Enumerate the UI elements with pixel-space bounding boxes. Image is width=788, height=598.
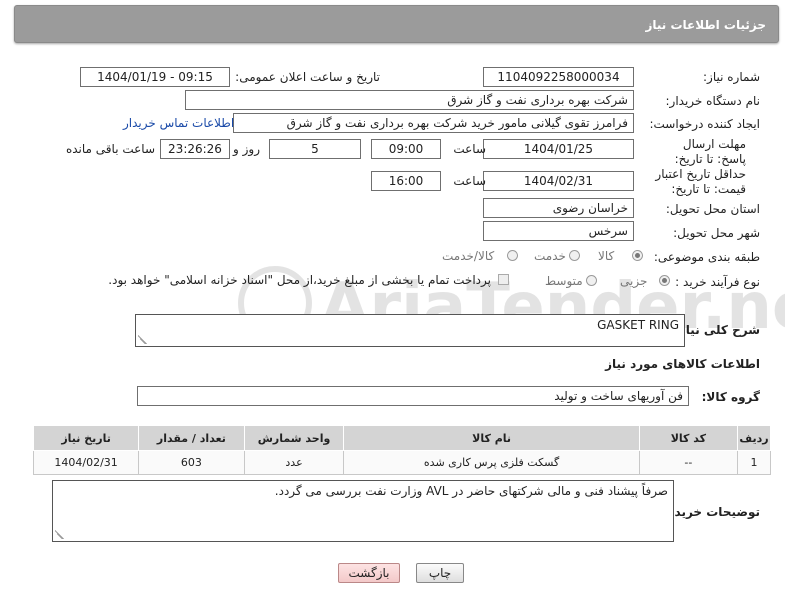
- cell-qty: 603: [138, 450, 245, 475]
- items-table-header: ردیف کد کالا نام کالا واحد شمارش تعداد /…: [32, 425, 771, 451]
- need-number-field: 1104092258000034: [483, 67, 634, 87]
- col-header-name: نام کالا: [343, 425, 640, 451]
- delivery-province-field: خراسان رضوی: [483, 198, 634, 218]
- cell-name: گسکت فلزی پرس کاری شده: [343, 450, 640, 475]
- category-option-goods: کالا: [598, 249, 615, 263]
- price-validity-time-label: ساعت: [453, 174, 486, 188]
- announce-datetime-label: تاریخ و ساعت اعلان عمومی:: [235, 70, 380, 84]
- category-option-service: خدمت: [534, 249, 566, 263]
- buyer-contact-link[interactable]: اطلاعات تماس خریدار: [123, 116, 234, 130]
- resize-grip-icon[interactable]: [55, 530, 64, 539]
- process-option-medium: متوسط: [545, 274, 583, 288]
- process-radio-minor[interactable]: [659, 275, 670, 286]
- items-section-title: اطلاعات کالاهای مورد نیاز: [605, 357, 760, 371]
- category-label: طبقه بندی موضوعی:: [653, 250, 760, 264]
- page-title: جزئیات اطلاعات نیاز: [645, 18, 766, 32]
- price-validity-date: 1404/02/31: [483, 171, 634, 191]
- category-radio-goods[interactable]: [632, 250, 643, 261]
- category-radio-goods-service[interactable]: [507, 250, 518, 261]
- delivery-city-field: سرخس: [483, 221, 634, 241]
- delivery-province-label: استان محل تحویل:: [665, 202, 760, 216]
- buyer-notes-text: صرفاً پیشناد فنی و مالی شرکتهای حاضر در …: [274, 484, 668, 498]
- treasury-payment-checkbox[interactable]: [498, 274, 509, 285]
- requester-field: فرامرز تقوی گیلانی مامور خرید شرکت بهره …: [233, 113, 634, 133]
- reply-deadline-time-label: ساعت: [453, 142, 486, 156]
- col-header-index: ردیف: [737, 425, 771, 451]
- buyer-org-field: شرکت بهره برداری نفت و گاز شرق: [185, 90, 634, 110]
- table-row: 1 -- گسکت فلزی پرس کاری شده عدد 603 1404…: [32, 450, 771, 475]
- treasury-payment-note: پرداخت تمام یا بخشی از مبلغ خرید،از محل …: [108, 273, 491, 287]
- col-header-qty: تعداد / مقدار: [138, 425, 245, 451]
- remaining-time: 23:26:26: [160, 139, 230, 159]
- reply-deadline-time: 09:00: [371, 139, 441, 159]
- reply-deadline-label: مهلت ارسال پاسخ: تا تاریخ:: [674, 137, 746, 166]
- col-header-date: تاریخ نیاز: [32, 425, 140, 451]
- cell-code: --: [638, 450, 739, 475]
- goods-group-field: فن آوریهای ساخت و تولید: [137, 386, 689, 406]
- cell-date: 1404/02/31: [32, 450, 140, 475]
- goods-group-label: گروه کالا:: [701, 390, 760, 404]
- remaining-time-label: ساعت باقی مانده: [65, 142, 155, 156]
- days-label: روز و: [233, 142, 260, 156]
- process-radio-medium[interactable]: [586, 275, 597, 286]
- buyer-notes-field: صرفاً پیشناد فنی و مالی شرکتهای حاضر در …: [52, 480, 674, 542]
- col-header-code: کد کالا: [638, 425, 739, 451]
- cell-unit: عدد: [243, 450, 345, 475]
- col-header-unit: واحد شمارش: [243, 425, 345, 451]
- description-field: GASKET RING: [135, 314, 685, 347]
- requester-label: ایجاد کننده درخواست:: [649, 117, 760, 131]
- resize-grip-icon[interactable]: [138, 335, 147, 344]
- reply-deadline-date: 1404/01/25: [483, 139, 634, 159]
- cell-index: 1: [737, 450, 771, 475]
- back-button[interactable]: بازگشت: [338, 563, 400, 583]
- announce-datetime-field: 1404/01/19 - 09:15: [80, 67, 230, 87]
- reply-deadline-days: 5: [269, 139, 361, 159]
- price-validity-time: 16:00: [371, 171, 441, 191]
- category-radio-service[interactable]: [569, 250, 580, 261]
- print-button[interactable]: چاپ: [416, 563, 464, 583]
- process-type-label: نوع فرآیند خرید :: [675, 275, 760, 289]
- page-header: جزئیات اطلاعات نیاز: [14, 5, 779, 43]
- buyer-org-label: نام دستگاه خریدار:: [665, 94, 761, 108]
- process-option-minor: جزیی: [620, 274, 648, 288]
- delivery-city-label: شهر محل تحویل:: [673, 226, 760, 240]
- need-number-label: شماره نیاز:: [703, 70, 760, 84]
- category-option-goods-service: کالا/خدمت: [442, 249, 495, 263]
- items-table: ردیف کد کالا نام کالا واحد شمارش تعداد /…: [32, 425, 771, 475]
- price-validity-label: حداقل تاریخ اعتبار قیمت: تا تاریخ:: [655, 167, 746, 196]
- description-text: GASKET RING: [597, 318, 679, 332]
- description-label: شرح کلی نیاز:: [674, 323, 760, 337]
